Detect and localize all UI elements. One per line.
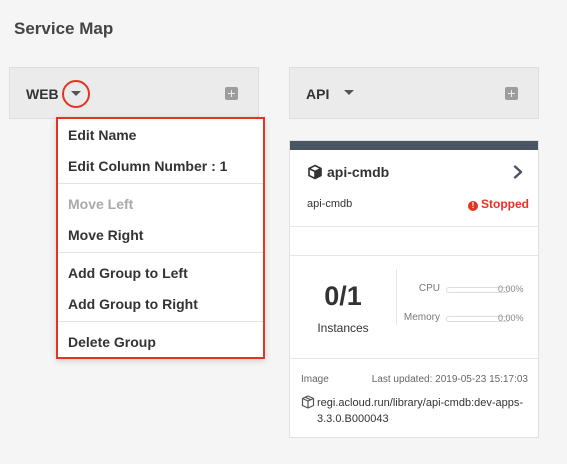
card-status-bar — [290, 141, 538, 150]
image-label: Image — [301, 374, 329, 385]
group-context-menu: Edit Name Edit Column Number : 1 Move Le… — [56, 117, 265, 359]
status-badge: ! Stopped — [468, 197, 529, 211]
menu-divider — [58, 321, 263, 322]
menu-divider — [58, 183, 263, 184]
menu-item-edit-name[interactable]: Edit Name — [68, 127, 136, 143]
add-service-icon[interactable] — [225, 87, 238, 100]
memory-value: 0.00% — [498, 313, 524, 323]
page-title: Service Map — [14, 19, 114, 38]
group-menu-toggle[interactable] — [336, 80, 364, 108]
chevron-right-icon[interactable] — [512, 165, 524, 179]
instances-label: Instances — [317, 321, 369, 335]
menu-item-move-left: Move Left — [68, 196, 134, 212]
group-header-api: API — [289, 67, 539, 119]
service-subtitle: api-cmdb — [307, 198, 353, 210]
instances-count: 0/1 — [324, 281, 362, 311]
group-name: WEB — [26, 86, 59, 102]
add-service-icon[interactable] — [505, 87, 518, 100]
service-card[interactable]: api-cmdb api-cmdb ! Stopped 0/1 Instances… — [289, 140, 539, 438]
memory-label: Memory — [403, 312, 440, 323]
caret-down-icon — [71, 91, 81, 96]
package-icon — [301, 395, 315, 409]
group-menu-toggle[interactable] — [62, 80, 90, 108]
cpu-label: CPU — [418, 283, 440, 294]
group-name: API — [306, 86, 330, 102]
service-name[interactable]: api-cmdb — [327, 164, 389, 180]
last-updated: Last updated: 2019-05-23 15:17:03 — [371, 374, 528, 385]
caret-down-icon — [344, 90, 354, 95]
divider — [290, 226, 538, 227]
divider — [290, 255, 538, 256]
menu-item-edit-column-number[interactable]: Edit Column Number : 1 — [68, 158, 227, 174]
menu-item-add-group-right[interactable]: Add Group to Right — [68, 296, 198, 312]
divider — [396, 269, 397, 325]
image-path: regi.acloud.run/library/api-cmdb:dev-app… — [317, 397, 524, 425]
menu-divider — [58, 252, 263, 253]
cpu-value: 0.00% — [498, 284, 524, 294]
status-text: Stopped — [481, 197, 529, 211]
group-header-web: WEB — [9, 67, 259, 119]
alert-icon: ! — [468, 201, 478, 211]
menu-item-add-group-left[interactable]: Add Group to Left — [68, 265, 188, 281]
menu-item-move-right[interactable]: Move Right — [68, 227, 143, 243]
menu-item-delete-group[interactable]: Delete Group — [68, 334, 156, 350]
cube-icon — [308, 164, 322, 180]
divider — [290, 358, 538, 359]
